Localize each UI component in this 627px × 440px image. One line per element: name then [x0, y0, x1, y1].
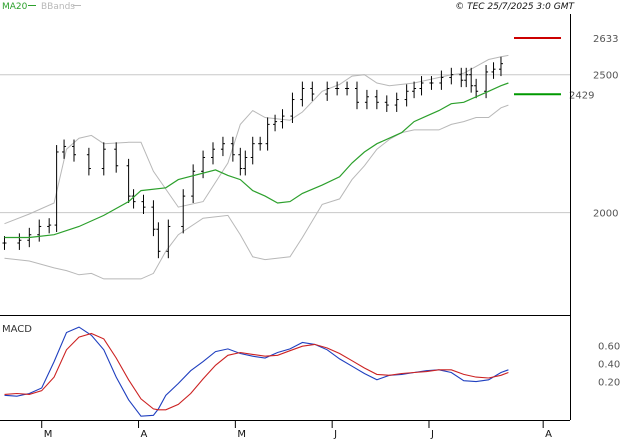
price-y-tick-2500: 2500 — [593, 71, 618, 82]
macd-y-tick-0.20: 0.20 — [598, 378, 620, 389]
chart-svg: MA20 BBands © TEC 25/7/2025 3:0 GMT 2000… — [0, 0, 627, 440]
legend-ma20: MA20 — [2, 2, 28, 12]
x-tick-label: M — [237, 429, 246, 440]
x-tick-label: A — [545, 429, 552, 440]
macd-y-ticks: 0.60 0.40 0.20 — [598, 341, 620, 388]
x-tick-label: J — [333, 429, 337, 440]
ma20-value-label: 2429 — [569, 90, 594, 101]
x-tick-label: J — [430, 429, 434, 440]
x-tick-label: A — [141, 429, 148, 440]
x-tick-label: M — [44, 429, 53, 440]
price-y-tick-2000: 2000 — [593, 209, 618, 220]
last-price-label: 2633 — [593, 34, 618, 45]
macd-y-tick-0.40: 0.40 — [598, 359, 620, 370]
legend-bbands: BBands — [41, 2, 75, 12]
macd-y-tick-0.60: 0.60 — [598, 341, 620, 352]
timestamp: © TEC 25/7/2025 3:0 GMT — [455, 2, 575, 12]
macd-title: MACD — [2, 324, 32, 335]
